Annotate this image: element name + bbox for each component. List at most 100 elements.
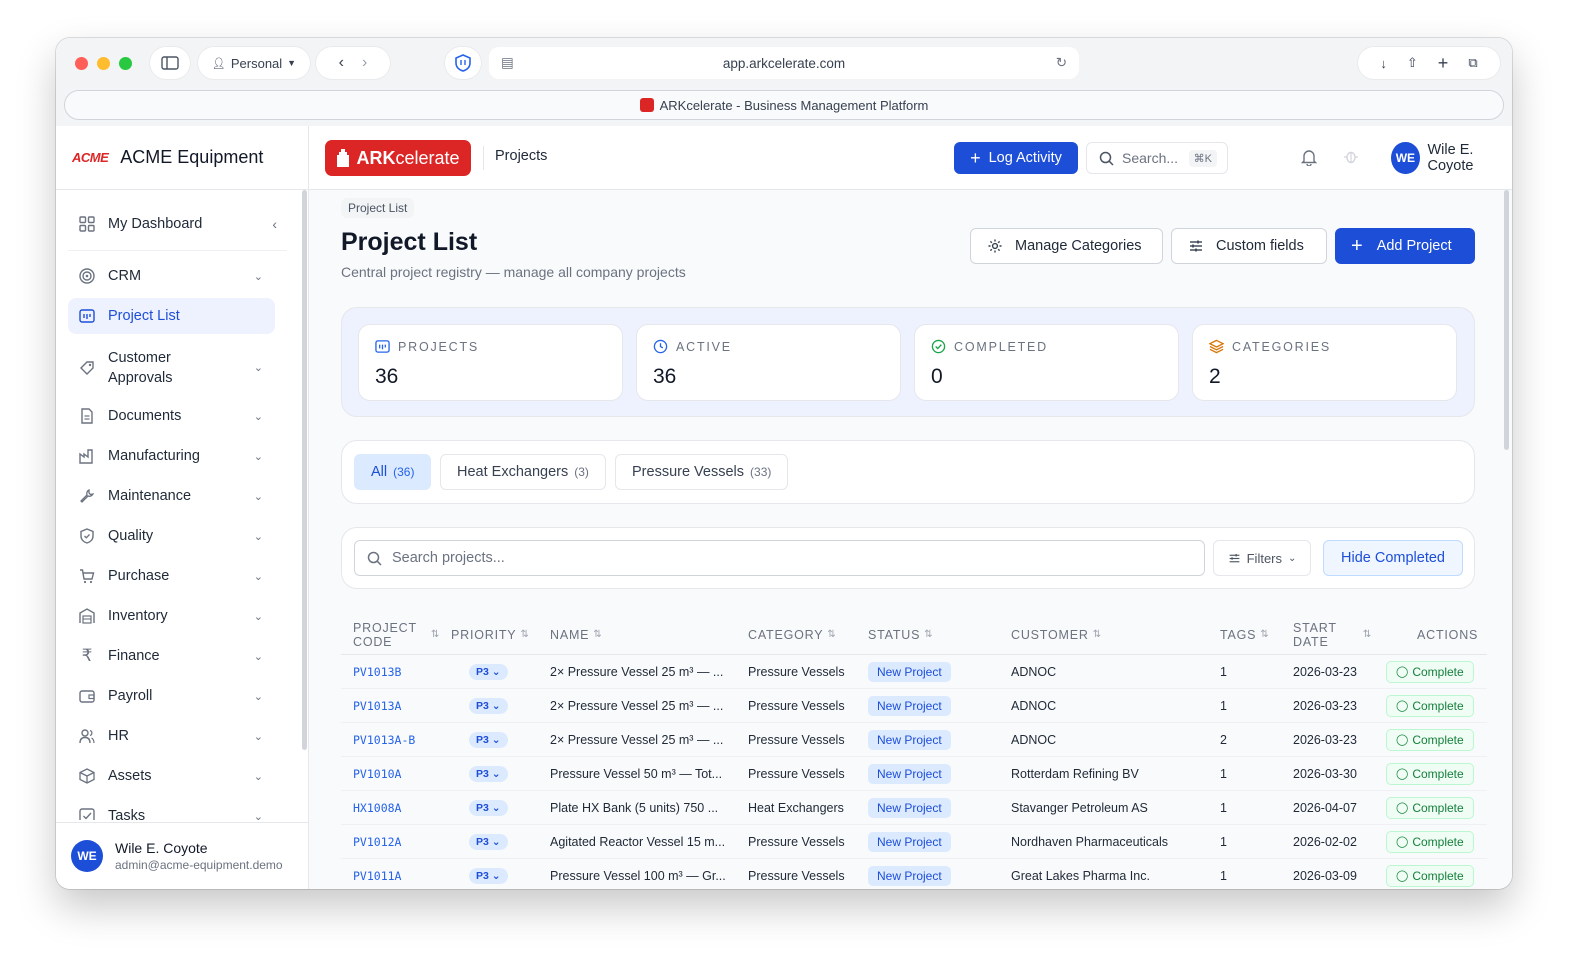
col-project-code[interactable]: PROJECT CODE ⇅ [353, 615, 439, 655]
sidebar-item-crm[interactable]: CRM ⌄ [68, 260, 275, 292]
project-customer: Nordhaven Pharmaceuticals [1011, 834, 1169, 849]
arkcelerate-logo[interactable]: ARKcelerate [325, 140, 471, 176]
col-start-date[interactable]: START DATE ⇅ [1293, 615, 1371, 655]
sidebar-item-my-dashboard[interactable]: My Dashboard ‹ [68, 208, 277, 240]
project-code-link[interactable]: PV1010A [353, 757, 449, 790]
org-header[interactable]: ACME ACME Equipment [56, 126, 309, 190]
project-name[interactable]: 2× Pressure Vessel 25 m³ — ... [550, 689, 730, 722]
sidebar-item-hr[interactable]: HR ⌄ [68, 720, 275, 752]
sidebar-item-quality[interactable]: Quality ⌄ [68, 520, 275, 552]
project-code-link[interactable]: PV1013B [353, 655, 449, 688]
sidebar-toggle-button[interactable] [150, 47, 190, 79]
table-row[interactable]: HX1008A P3 ⌄ Plate HX Bank (5 units) 750… [341, 791, 1487, 825]
browser-tab[interactable]: ARKcelerate - Business Management Platfo… [64, 90, 1504, 120]
project-name[interactable]: Pressure Vessel 50 m³ — Tot... [550, 757, 730, 790]
project-search-input[interactable]: Search projects... [354, 540, 1205, 576]
manage-categories-button[interactable]: Manage Categories [970, 228, 1163, 264]
profile-button[interactable]: 👤︎ Personal ▼ [198, 47, 310, 79]
filters-button[interactable]: Filters ⌄ [1213, 540, 1311, 576]
project-name[interactable]: Pressure Vessel 100 m³ — Gr... [550, 859, 730, 889]
maximize-window-button[interactable] [119, 57, 132, 70]
table-row[interactable]: PV1013A-B P3 ⌄ 2× Pressure Vessel 25 m³ … [341, 723, 1487, 757]
complete-button[interactable]: ◯ Complete [1386, 830, 1474, 853]
sidebar-item-assets[interactable]: Assets ⌄ [68, 760, 275, 792]
reload-icon[interactable]: ↻ [1056, 55, 1067, 71]
bell-icon[interactable] [1300, 148, 1318, 171]
check-circle-icon: ◯ [1396, 734, 1409, 746]
url-bar[interactable]: ▤ app.arkcelerate.com ↻ [489, 47, 1079, 79]
sidebar-item-project-list[interactable]: Project List [68, 298, 275, 334]
sidebar-item-inventory[interactable]: Inventory ⌄ [68, 600, 275, 632]
project-name[interactable]: Plate HX Bank (5 units) 750 ... [550, 791, 730, 824]
sidebar-item-finance[interactable]: ₹ Finance ⌄ [68, 640, 275, 672]
sidebar-user[interactable]: WE Wile E. Coyote admin@acme-equipment.d… [56, 822, 309, 889]
table-row[interactable]: PV1012A P3 ⌄ Agitated Reactor Vessel 15 … [341, 825, 1487, 859]
priority-badge[interactable]: P3 ⌄ [469, 765, 508, 782]
sidebar-item-documents[interactable]: Documents ⌄ [68, 400, 275, 432]
sidebar-item-tasks[interactable]: Tasks ⌄ [68, 800, 275, 820]
sidebar-item-customer-approvals[interactable]: Customer Approvals ⌄ [68, 344, 275, 392]
complete-button[interactable]: ◯ Complete [1386, 728, 1474, 751]
breadcrumb[interactable]: Project List [341, 198, 415, 218]
sidebar-item-purchase[interactable]: Purchase ⌄ [68, 560, 275, 592]
sidebar-scrollbar[interactable] [302, 190, 307, 750]
project-code-link[interactable]: PV1013A [353, 689, 449, 722]
forward-icon[interactable]: › [362, 54, 367, 72]
gear-icon [988, 239, 1002, 253]
sidebar-item-maintenance[interactable]: Maintenance ⌄ [68, 480, 275, 512]
back-icon[interactable]: ‹ [339, 54, 344, 72]
tabs-overview-icon[interactable]: ⧉ [1468, 55, 1477, 71]
custom-fields-button[interactable]: Custom fields [1171, 228, 1327, 264]
priority-badge[interactable]: P3 ⌄ [469, 867, 508, 884]
col-priority[interactable]: PRIORITY ⇅ [451, 615, 529, 655]
priority-badge[interactable]: P3 ⌄ [469, 731, 508, 748]
col-tags[interactable]: TAGS ⇅ [1220, 615, 1269, 655]
project-start-date: 2026-03-30 [1293, 766, 1357, 781]
col-category[interactable]: CATEGORY ⇅ [748, 615, 836, 655]
complete-button[interactable]: ◯ Complete [1386, 796, 1474, 819]
table-row[interactable]: PV1010A P3 ⌄ Pressure Vessel 50 m³ — Tot… [341, 757, 1487, 791]
priority-badge[interactable]: P3 ⌄ [469, 663, 508, 680]
priority-badge[interactable]: P3 ⌄ [469, 833, 508, 850]
col-label: CUSTOMER [1011, 628, 1089, 642]
project-code-link[interactable]: HX1008A [353, 791, 449, 824]
complete-button[interactable]: ◯ Complete [1386, 762, 1474, 785]
table-row[interactable]: PV1013A P3 ⌄ 2× Pressure Vessel 25 m³ — … [341, 689, 1487, 723]
minimize-window-button[interactable] [97, 57, 110, 70]
table-row[interactable]: PV1011A P3 ⌄ Pressure Vessel 100 m³ — Gr… [341, 859, 1487, 889]
hide-completed-button[interactable]: Hide Completed [1323, 540, 1463, 576]
shield-extension-button[interactable] [445, 47, 481, 79]
project-code-link[interactable]: PV1012A [353, 825, 449, 858]
col-name[interactable]: NAME ⇅ [550, 615, 602, 655]
tab-pressure-vessels[interactable]: Pressure Vessels (33) [615, 454, 789, 490]
project-name[interactable]: Agitated Reactor Vessel 15 m... [550, 825, 730, 858]
project-code-link[interactable]: PV1013A-B [353, 723, 449, 756]
log-activity-button[interactable]: + Log Activity [954, 142, 1078, 174]
col-label-line: CODE [353, 635, 393, 649]
col-status[interactable]: STATUS ⇅ [868, 615, 933, 655]
sidebar-item-payroll[interactable]: Payroll ⌄ [68, 680, 275, 712]
priority-badge[interactable]: P3 ⌄ [469, 799, 508, 816]
project-code-link[interactable]: PV1011A [353, 859, 449, 889]
sidebar-item-manufacturing[interactable]: Manufacturing ⌄ [68, 440, 275, 472]
content-scrollbar[interactable] [1504, 190, 1509, 450]
col-customer[interactable]: CUSTOMER ⇅ [1011, 615, 1101, 655]
new-tab-icon[interactable]: + [1438, 53, 1449, 74]
collapse-sidebar-icon[interactable]: ‹ [272, 216, 277, 232]
priority-badge[interactable]: P3 ⌄ [469, 697, 508, 714]
topbar-user[interactable]: WE Wile E. Coyote [1341, 142, 1512, 174]
tab-heat-exchangers[interactable]: Heat Exchangers (3) [440, 454, 606, 490]
project-name[interactable]: 2× Pressure Vessel 25 m³ — ... [550, 723, 730, 756]
complete-button[interactable]: ◯ Complete [1386, 694, 1474, 717]
project-name[interactable]: 2× Pressure Vessel 25 m³ — ... [550, 655, 730, 688]
complete-button[interactable]: ◯ Complete [1386, 660, 1474, 683]
download-icon[interactable]: ↓ [1380, 56, 1387, 71]
tab-all[interactable]: All (36) [354, 454, 432, 490]
priority-cell: P3 ⌄ [469, 825, 508, 858]
add-project-button[interactable]: + Add Project [1335, 228, 1475, 264]
complete-button[interactable]: ◯ Complete [1386, 864, 1474, 887]
global-search[interactable]: Search... ⌘K [1086, 142, 1228, 174]
share-icon[interactable]: ⇧ [1407, 55, 1418, 71]
close-window-button[interactable] [75, 57, 88, 70]
table-row[interactable]: PV1013B P3 ⌄ 2× Pressure Vessel 25 m³ — … [341, 655, 1487, 689]
